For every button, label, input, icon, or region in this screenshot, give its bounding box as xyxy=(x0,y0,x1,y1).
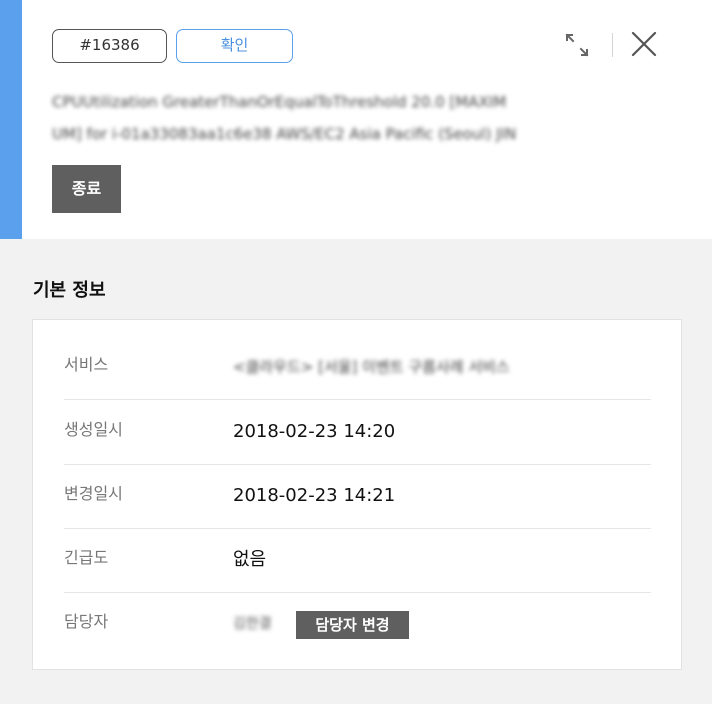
info-row-service: 서비스 <클라우드> [서울] 이벤트 구름사례 서비스 xyxy=(64,335,651,400)
close-icon[interactable] xyxy=(630,30,658,58)
header-divider xyxy=(612,33,613,57)
service-label: 서비스 xyxy=(64,355,109,374)
ticket-title: CPUUtilization GreaterThanOrEqualToThres… xyxy=(52,86,677,150)
urgency-value: 없음 xyxy=(233,549,267,570)
basic-info-card: 서비스 <클라우드> [서울] 이벤트 구름사례 서비스 생성일시 2018-0… xyxy=(32,319,682,670)
created-value: 2018-02-23 14:20 xyxy=(233,421,396,442)
info-row-created: 생성일시 2018-02-23 14:20 xyxy=(64,400,651,465)
accent-bar xyxy=(0,0,22,239)
info-row-assignee: 담당자 김한결 담당자 변경 xyxy=(64,592,651,656)
modified-value: 2018-02-23 14:21 xyxy=(233,485,396,506)
ticket-title-line: UM] for i-01a33083aa1c6e38 AWS/EC2 Asia … xyxy=(52,125,517,143)
created-label: 생성일시 xyxy=(64,420,123,439)
confirm-button[interactable]: 확인 xyxy=(176,29,293,63)
ticket-header: #16386 확인 CPUUtilization GreaterThanOrEq… xyxy=(0,0,712,239)
service-value: <클라우드> [서울] 이벤트 구름사례 서비스 xyxy=(233,358,510,376)
assignee-name: 김한결 xyxy=(233,616,272,632)
assignee-label: 담당자 xyxy=(64,612,109,631)
end-button[interactable]: 종료 xyxy=(52,165,121,213)
modified-label: 변경일시 xyxy=(64,484,123,503)
info-row-modified: 변경일시 2018-02-23 14:21 xyxy=(64,464,651,529)
section-title: 기본 정보 xyxy=(33,280,106,301)
ticket-title-line: CPUUtilization GreaterThanOrEqualToThres… xyxy=(52,93,507,111)
ticket-id-badge: #16386 xyxy=(52,29,167,63)
change-assignee-button[interactable]: 담당자 변경 xyxy=(296,611,409,639)
info-row-urgency: 긴급도 없음 xyxy=(64,528,651,593)
urgency-label: 긴급도 xyxy=(64,548,109,567)
expand-icon[interactable] xyxy=(562,30,592,60)
